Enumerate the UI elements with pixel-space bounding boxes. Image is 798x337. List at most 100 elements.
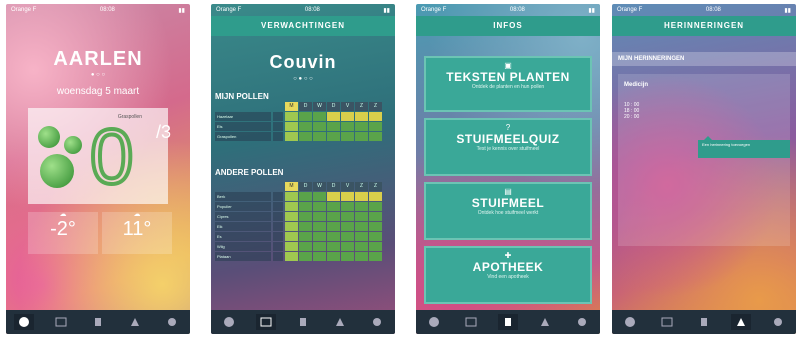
day-header: M (285, 102, 298, 111)
info-icon[interactable] (293, 314, 313, 330)
reminder-card[interactable]: Medicijn 10 : 00 18 : 00 20 : 00 (618, 74, 790, 246)
calendar-icon[interactable] (51, 314, 71, 330)
pollen-level-cell (285, 112, 298, 121)
page-dots: ● ○ ○ (90, 72, 106, 78)
tab-bar (612, 310, 796, 334)
day-header: V (341, 102, 354, 111)
calendar-icon[interactable] (461, 314, 481, 330)
pollen-row-label: Populier (215, 202, 271, 211)
pollen-level-cell (285, 122, 298, 131)
reminder-icon[interactable] (125, 314, 145, 330)
pharmacy-cross-icon: ✚ (504, 251, 512, 260)
info-card-apotheek[interactable]: ✚ APOTHEEK Vind een apotheek (424, 246, 592, 304)
info-card-planten[interactable]: ▣ TEKSTEN PLANTEN Ontdek de planten en h… (424, 56, 592, 112)
settings-icon[interactable] (768, 314, 788, 330)
carrier: Orange F (421, 7, 447, 13)
pollen-level-cell (369, 222, 382, 231)
pollen-row-label: Berk (215, 192, 271, 201)
pollen-level-cell (341, 192, 354, 201)
pollen-level-cell (355, 192, 368, 201)
carrier: Orange F (11, 7, 37, 13)
city-title: AARLEN (53, 48, 143, 70)
home-icon[interactable] (219, 314, 239, 330)
city-title: Couvin (269, 52, 337, 72)
pollen-grid-other: MDWDVZZ (285, 182, 382, 261)
info-card-quiz[interactable]: ? STUIFMEELQUIZ Test je kennis over stui… (424, 118, 592, 176)
pollen-level-cell (355, 132, 368, 141)
pollen-card[interactable]: Graspollen 0 (28, 108, 168, 204)
pollen-level-cell (313, 112, 326, 121)
medicine-label: Medicijn (624, 82, 649, 88)
pollen-level-cell (369, 202, 382, 211)
reminder-icon[interactable] (730, 314, 751, 330)
pollen-level-cell (299, 112, 312, 121)
pollen-level-cell (285, 232, 298, 241)
calendar-icon[interactable] (256, 314, 277, 330)
pollen-level-cell (299, 232, 312, 241)
pollen-level-cell (369, 232, 382, 241)
info-icon[interactable] (497, 314, 518, 330)
section-mine: MIJN POLLEN (215, 92, 269, 101)
pollen-level-cell (327, 232, 340, 241)
phone-screen-infos: Orange F 08:08 ▮▮ INFOS ▣ TEKSTEN PLANTE… (416, 4, 600, 334)
pollen-level-cell (285, 222, 298, 231)
day-header: D (327, 102, 340, 111)
pollen-level-cell (299, 202, 312, 211)
section-other: ANDERE POLLEN (215, 168, 284, 177)
home-icon[interactable] (14, 314, 35, 330)
screen-header: VERWACHTINGEN (211, 16, 395, 36)
pollen-level-cell (299, 222, 312, 231)
pollen-blob (38, 126, 60, 148)
pollen-level-cell (313, 252, 326, 261)
info-icon[interactable] (88, 314, 108, 330)
reminder-icon[interactable] (330, 314, 350, 330)
add-reminder-button[interactable]: Een herinnering toevoegen (698, 140, 790, 158)
pollen-level-cell (285, 212, 298, 221)
pollen-level-cell (313, 122, 326, 131)
pollen-level-cell (341, 122, 354, 131)
date-label: woensdag 5 maart (56, 86, 140, 97)
pollen-level-cell (299, 132, 312, 141)
pollen-row-box (273, 192, 283, 201)
settings-icon[interactable] (162, 314, 182, 330)
cloud-icon: ☁ (133, 211, 141, 218)
day-header: Z (369, 102, 382, 111)
settings-icon[interactable] (367, 314, 387, 330)
day-header: Z (369, 182, 382, 191)
pollen-level-cell (341, 232, 354, 241)
pollen-grid-mine: MDWDVZZ (285, 102, 382, 141)
temp-max: 11° (122, 218, 152, 240)
battery-icon: ▮▮ (588, 7, 595, 14)
clock: 08:08 (304, 7, 320, 13)
status-bar: Orange F 08:08 ▮▮ (6, 4, 190, 16)
reminder-icon[interactable] (535, 314, 555, 330)
battery-icon: ▮▮ (784, 7, 791, 14)
pollen-level-cell (285, 242, 298, 251)
tab-bar (416, 310, 600, 334)
pollen-level-cell (369, 122, 382, 131)
clock: 08:08 (509, 7, 525, 13)
my-reminders-bar: MIJN HERINNERINGEN (612, 52, 796, 66)
pollen-row-label: Els (215, 122, 271, 131)
pollen-level-cell (341, 222, 354, 231)
question-icon: ? (505, 123, 511, 132)
calendar-icon[interactable] (657, 314, 677, 330)
pollen-level-cell (369, 242, 382, 251)
pollen-level-cell (313, 192, 326, 201)
home-icon[interactable] (620, 314, 640, 330)
home-icon[interactable] (424, 314, 444, 330)
info-icon[interactable] (694, 314, 714, 330)
battery-icon: ▮▮ (178, 7, 185, 14)
pollen-level-cell (313, 242, 326, 251)
pollen-blob (64, 136, 82, 154)
tab-bar (211, 310, 395, 334)
settings-icon[interactable] (572, 314, 592, 330)
pollen-row-label: Cipres (215, 212, 271, 221)
pollen-level-cell (369, 252, 382, 261)
pollen-level-cell (355, 252, 368, 261)
clock: 08:08 (99, 7, 115, 13)
info-card-stuifmeel[interactable]: ▤ STUIFMEEL Ontdek hoe stuifmeel werkt (424, 182, 592, 240)
pollen-level-cell (369, 212, 382, 221)
pollen-level-cell (327, 202, 340, 211)
pollen-value: 0 (88, 110, 135, 202)
